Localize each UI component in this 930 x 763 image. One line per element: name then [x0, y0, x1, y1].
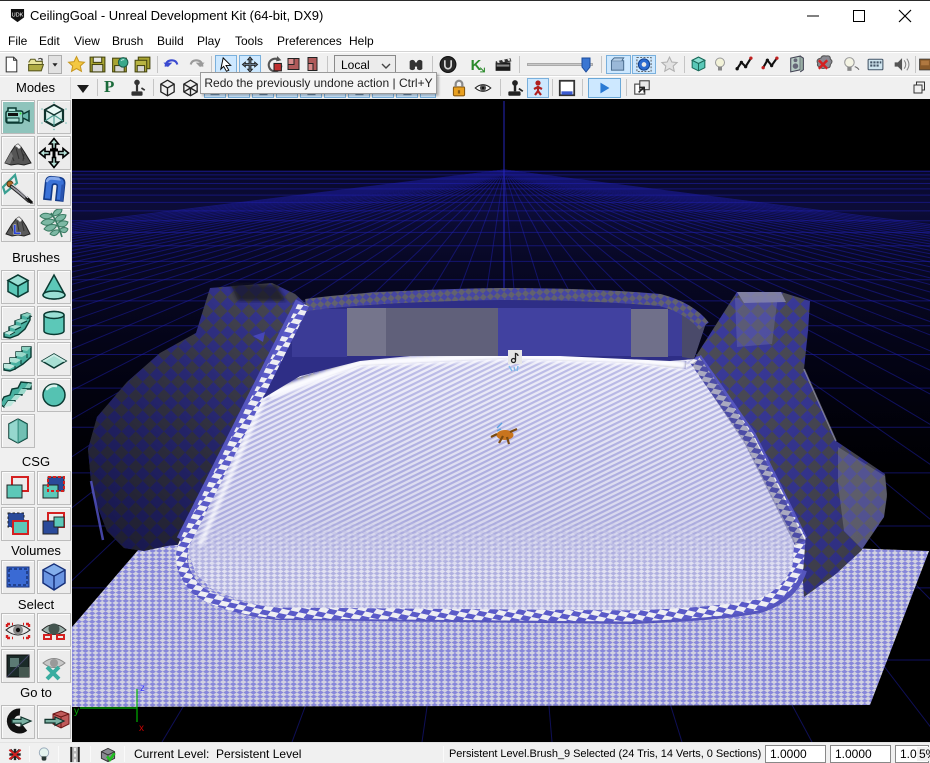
svg-text:y: y	[74, 706, 79, 717]
svg-text:UDK: UDK	[12, 12, 24, 18]
svg-text:L: L	[13, 222, 21, 237]
svg-text:z: z	[140, 683, 145, 694]
svg-text:K: K	[471, 58, 482, 74]
svg-text:x: x	[139, 723, 144, 734]
